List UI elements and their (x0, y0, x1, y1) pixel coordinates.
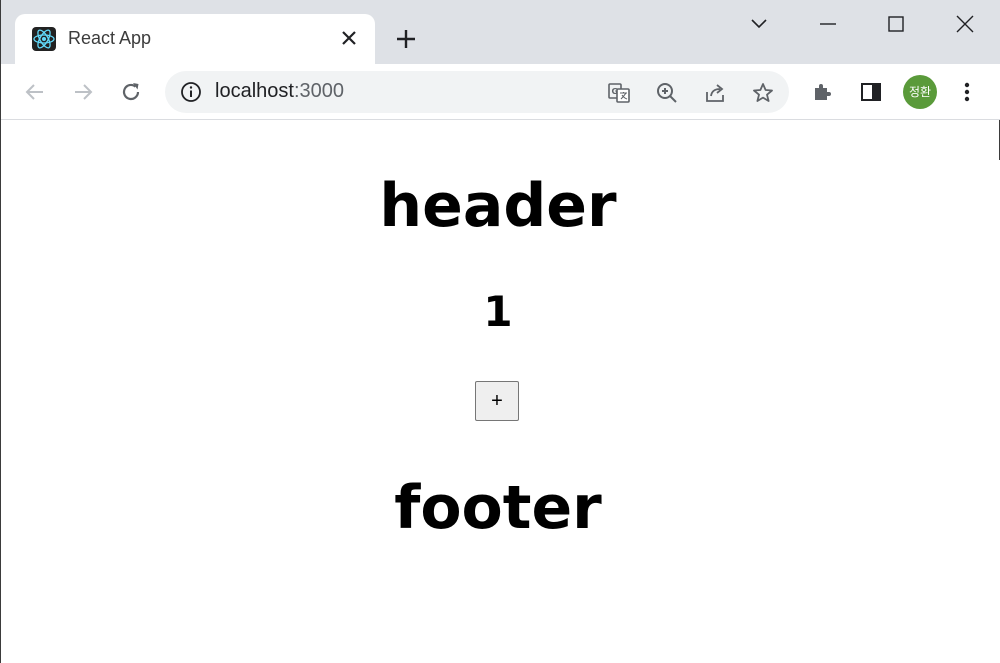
profile-avatar[interactable]: 정환 (903, 75, 937, 109)
side-panel-icon[interactable] (859, 80, 883, 104)
browser-window: React App localhost:3000 G 정환 header 1 +… (0, 0, 1000, 663)
address-bar[interactable]: localhost:3000 G (165, 71, 789, 113)
tab-strip: React App (1, 0, 1000, 64)
menu-kebab-icon[interactable] (955, 80, 979, 104)
close-window-icon[interactable] (953, 12, 977, 36)
new-tab-icon[interactable] (394, 27, 418, 51)
close-tab-icon[interactable] (339, 28, 359, 48)
svg-text:G: G (612, 87, 619, 96)
page-content: header 1 + footer (1, 120, 1000, 663)
counter-value: 1 (483, 287, 513, 336)
tab-react-app[interactable]: React App (15, 14, 375, 64)
url-port: :3000 (293, 80, 344, 102)
extensions-icon[interactable] (811, 80, 835, 104)
maximize-icon[interactable] (884, 12, 908, 36)
page-header: header (379, 171, 617, 241)
tab-title: React App (68, 28, 152, 48)
back-arrow-icon[interactable] (23, 80, 47, 104)
tab-search-chevron-icon[interactable] (747, 12, 771, 36)
minimize-icon[interactable] (816, 12, 840, 36)
react-logo-icon (32, 27, 56, 51)
zoom-icon[interactable] (655, 81, 679, 105)
increment-button[interactable]: + (475, 381, 519, 421)
translate-icon[interactable]: G (607, 81, 631, 105)
reload-icon[interactable] (119, 80, 143, 104)
page-footer: footer (394, 473, 602, 543)
url-text[interactable]: localhost:3000 (215, 80, 344, 103)
forward-arrow-icon[interactable] (71, 80, 95, 104)
url-host: localhost (215, 80, 294, 102)
share-icon[interactable] (703, 81, 727, 105)
site-info-icon[interactable] (180, 81, 202, 103)
browser-toolbar: localhost:3000 G 정환 (1, 64, 1000, 120)
bookmark-star-icon[interactable] (751, 81, 775, 105)
